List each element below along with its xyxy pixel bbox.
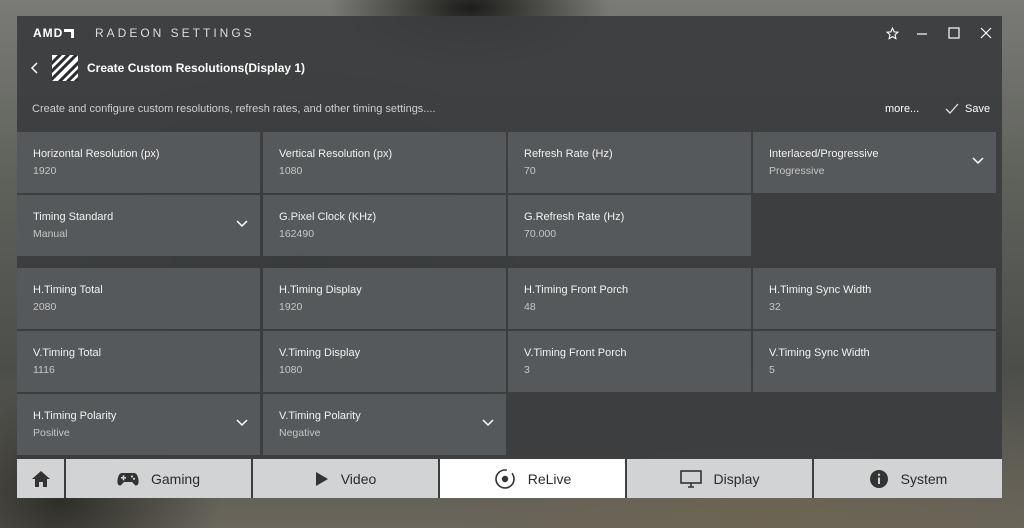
h-timing-total-field[interactable]: H.Timing Total 2080: [17, 268, 260, 329]
chevron-down-icon: [236, 220, 248, 228]
v-timing-total-field[interactable]: V.Timing Total 1116: [17, 331, 260, 392]
field-value: Manual: [33, 228, 68, 240]
field-label: G.Refresh Rate (Hz): [524, 211, 625, 223]
tab-label: Video: [340, 470, 377, 487]
field-label: V.Timing Front Porch: [524, 347, 627, 359]
save-label: Save: [965, 103, 991, 115]
more-link[interactable]: more...: [885, 103, 919, 115]
field-value: 70: [524, 165, 536, 177]
tab-label: System: [900, 470, 948, 487]
field-value: 70.000: [524, 228, 557, 240]
app-title: RADEON SETTINGS: [95, 26, 255, 40]
field-label: H.Timing Total: [33, 284, 103, 296]
maximize-icon[interactable]: [943, 22, 965, 44]
field-label: V.Timing Polarity: [279, 410, 361, 422]
g-refresh-rate-field: G.Refresh Rate (Hz) 70.000: [508, 195, 751, 256]
h-timing-sync-width-field[interactable]: H.Timing Sync Width 32: [753, 268, 996, 329]
page-title: Create Custom Resolutions(Display 1): [87, 61, 306, 75]
play-icon: [315, 471, 328, 486]
chevron-down-icon: [972, 157, 984, 165]
field-label: Interlaced/Progressive: [769, 148, 879, 160]
v-timing-front-porch-field[interactable]: V.Timing Front Porch 3: [508, 331, 751, 392]
field-value: 162490: [279, 228, 315, 240]
field-value: 3: [524, 364, 530, 376]
monitor-icon: [679, 469, 702, 488]
chevron-down-icon: [482, 419, 494, 427]
amd-logo: AMD: [33, 26, 75, 40]
field-label: G.Pixel Clock (KHz): [279, 211, 377, 223]
field-value: Negative: [279, 427, 321, 439]
title-bar: AMD RADEON SETTINGS: [17, 16, 1002, 50]
field-label: Timing Standard: [33, 211, 114, 223]
field-value: Progressive: [769, 165, 825, 177]
tab-system[interactable]: System: [814, 459, 1002, 498]
field-value: 1080: [279, 364, 303, 376]
field-value: 1920: [33, 165, 57, 177]
relive-icon: [494, 468, 515, 489]
save-button[interactable]: Save: [945, 100, 990, 118]
bottom-nav: Gaming Video ReLive Display System: [17, 459, 1002, 498]
info-icon: [869, 469, 888, 488]
minimize-icon[interactable]: [911, 22, 933, 44]
vertical-resolution-field[interactable]: Vertical Resolution (px) 1080: [263, 132, 506, 193]
h-timing-front-porch-field[interactable]: H.Timing Front Porch 48: [508, 268, 751, 329]
field-value: 5: [769, 364, 775, 376]
star-icon[interactable]: [881, 22, 903, 44]
tab-relive[interactable]: ReLive: [440, 459, 625, 498]
field-label: V.Timing Display: [279, 347, 361, 359]
field-label: Horizontal Resolution (px): [33, 148, 160, 160]
field-label: H.Timing Sync Width: [769, 284, 872, 296]
tab-label: Display: [713, 470, 760, 487]
field-value: Positive: [33, 427, 70, 439]
home-button[interactable]: [17, 459, 64, 498]
v-timing-display-field[interactable]: V.Timing Display 1080: [263, 331, 506, 392]
field-label: H.Timing Front Porch: [524, 284, 629, 296]
field-label: V.Timing Sync Width: [769, 347, 870, 359]
field-label: H.Timing Polarity: [33, 410, 117, 422]
h-timing-display-field[interactable]: H.Timing Display 1920: [263, 268, 506, 329]
field-value: 2080: [33, 301, 57, 313]
field-value: 32: [769, 301, 781, 313]
tab-label: Gaming: [150, 470, 201, 487]
gamepad-icon: [117, 472, 139, 485]
v-timing-polarity-dropdown[interactable]: V.Timing Polarity Negative: [263, 394, 506, 455]
settings-window: AMD RADEON SETTINGS Create Custom Resolu…: [17, 16, 1002, 498]
chevron-down-icon: [236, 419, 248, 427]
close-icon[interactable]: [975, 22, 997, 44]
field-label: V.Timing Total: [33, 347, 102, 359]
field-value: 1920: [279, 301, 303, 313]
pixel-clock-field: G.Pixel Clock (KHz) 162490: [263, 195, 506, 256]
field-label: H.Timing Display: [279, 284, 362, 296]
field-label: Refresh Rate (Hz): [524, 148, 613, 160]
tab-video[interactable]: Video: [253, 459, 438, 498]
tab-label: ReLive: [527, 470, 572, 487]
page-description: Create and configure custom resolutions,…: [32, 103, 436, 115]
home-icon: [31, 470, 50, 487]
horizontal-resolution-field[interactable]: Horizontal Resolution (px) 1920: [17, 132, 260, 193]
timing-standard-dropdown[interactable]: Timing Standard Manual: [17, 195, 260, 256]
tab-display[interactable]: Display: [627, 459, 812, 498]
h-timing-polarity-dropdown[interactable]: H.Timing Polarity Positive: [17, 394, 260, 455]
interlaced-progressive-dropdown[interactable]: Interlaced/Progressive Progressive: [753, 132, 996, 193]
refresh-rate-field[interactable]: Refresh Rate (Hz) 70: [508, 132, 751, 193]
back-chevron-icon[interactable]: [25, 58, 43, 78]
field-value: 1116: [33, 364, 55, 376]
field-value: 48: [524, 301, 536, 313]
checkmark-icon: [945, 103, 959, 114]
field-value: 1080: [279, 165, 303, 177]
tab-gaming[interactable]: Gaming: [66, 459, 251, 498]
custom-resolution-icon: [52, 55, 78, 81]
v-timing-sync-width-field[interactable]: V.Timing Sync Width 5: [753, 331, 996, 392]
field-label: Vertical Resolution (px): [279, 148, 393, 160]
